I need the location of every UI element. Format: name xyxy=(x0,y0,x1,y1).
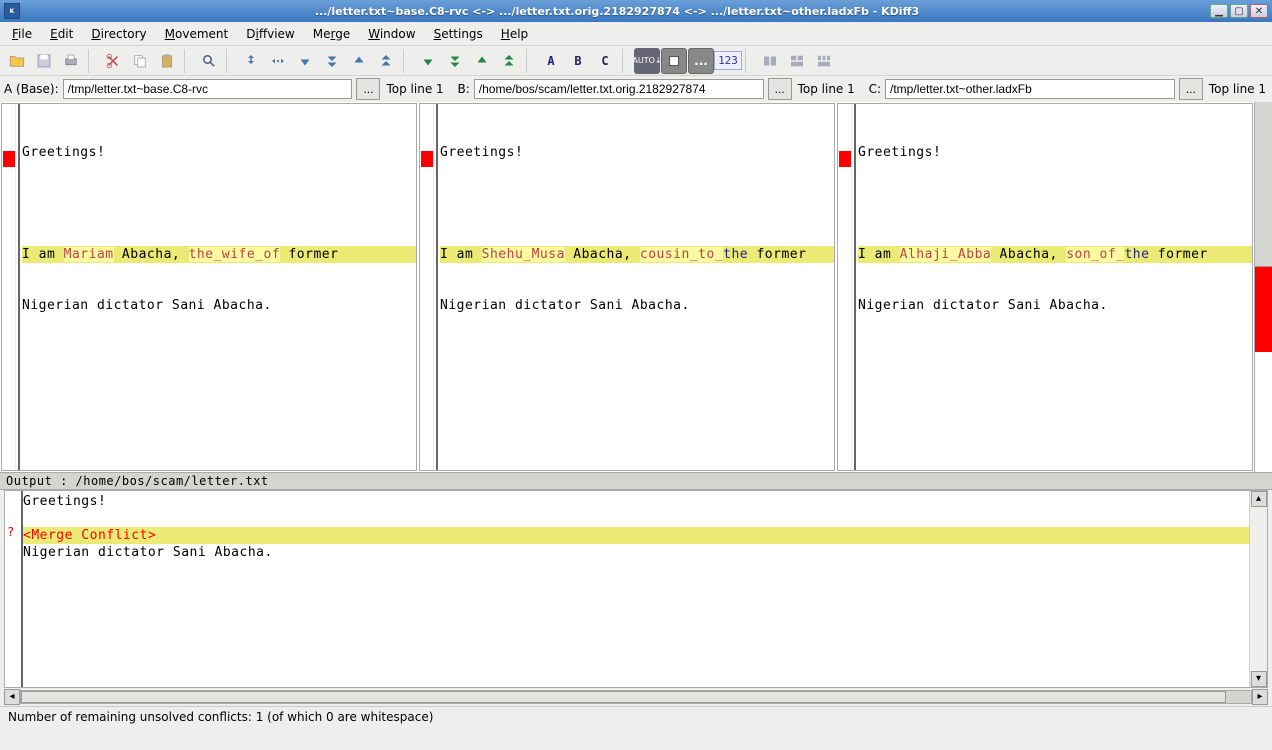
save-button[interactable] xyxy=(31,48,57,74)
conflict-mark-icon xyxy=(839,151,851,167)
menu-movement[interactable]: Movement xyxy=(157,25,237,43)
menu-directory[interactable]: Directory xyxy=(83,25,154,43)
overview-viewport xyxy=(1255,102,1272,267)
app-icon: K xyxy=(4,3,20,19)
pane-c[interactable]: Greetings! I am Alhaji_Abba Abacha, son_… xyxy=(837,103,1253,471)
pane-a[interactable]: Greetings! I am Mariam Abacha, the_wife_… xyxy=(1,103,417,471)
search-button[interactable] xyxy=(196,48,222,74)
up-double-button[interactable] xyxy=(373,48,399,74)
label-a-base: A (Base): xyxy=(4,82,59,96)
copy-button[interactable] xyxy=(127,48,153,74)
gutter-a xyxy=(2,104,16,470)
browse-a-button[interactable]: ... xyxy=(356,78,380,100)
conflict-question-icon: ? xyxy=(5,525,19,542)
diff-panes: Greetings! I am Mariam Abacha, the_wife_… xyxy=(0,102,1272,472)
overview-conflict-mark xyxy=(1255,267,1272,352)
path-a-input[interactable] xyxy=(63,79,353,99)
cut-button[interactable] xyxy=(100,48,126,74)
select-b-button[interactable]: B xyxy=(565,48,591,74)
path-c-input[interactable] xyxy=(885,79,1175,99)
print-button[interactable] xyxy=(58,48,84,74)
line-numbers-button[interactable]: 123 xyxy=(715,48,741,74)
scroll-left-icon[interactable]: ◂ xyxy=(4,689,20,705)
browse-b-button[interactable]: ... xyxy=(768,78,792,100)
menu-window[interactable]: Window xyxy=(360,25,423,43)
menu-help[interactable]: Help xyxy=(493,25,536,43)
overview-ruler[interactable] xyxy=(1254,102,1272,472)
scroll-thumb[interactable] xyxy=(21,691,1226,703)
output-pane[interactable]: ? Greetings! <Merge Conflict> Nigerian d… xyxy=(4,490,1268,688)
down-arrow-button[interactable] xyxy=(292,48,318,74)
topline-c: Top line 1 xyxy=(1207,82,1268,96)
nav-diff-button[interactable] xyxy=(238,48,264,74)
topline-a: Top line 1 xyxy=(384,82,445,96)
scroll-down-icon[interactable]: ▾ xyxy=(1251,671,1267,687)
conflict-mark-icon xyxy=(3,151,15,167)
topline-b: Top line 1 xyxy=(796,82,857,96)
hscroll[interactable]: ◂ ▸ xyxy=(4,688,1268,706)
layout3-button[interactable] xyxy=(811,48,837,74)
up-arrow-button[interactable] xyxy=(346,48,372,74)
status-bar: Number of remaining unsolved conflicts: … xyxy=(0,706,1272,728)
path-b-input[interactable] xyxy=(474,79,764,99)
text-b[interactable]: Greetings! I am Shehu_Musa Abacha, cousi… xyxy=(438,104,834,470)
maximize-button[interactable]: ▢ xyxy=(1230,4,1248,18)
menu-file[interactable]: File xyxy=(4,25,40,43)
output-vscroll[interactable]: ▴ ▾ xyxy=(1249,491,1267,687)
scroll-right-icon[interactable]: ▸ xyxy=(1252,689,1268,705)
menu-diffview[interactable]: Diffview xyxy=(238,25,303,43)
nav-dots-button[interactable] xyxy=(265,48,291,74)
menubar: File Edit Directory Movement Diffview Me… xyxy=(0,22,1272,46)
menu-edit[interactable]: Edit xyxy=(42,25,81,43)
output-gutter: ? xyxy=(5,491,19,687)
down-double-button[interactable] xyxy=(319,48,345,74)
output-header: Output : /home/bos/scam/letter.txt xyxy=(0,472,1272,490)
path-bar: A (Base): ... Top line 1 B: ... Top line… xyxy=(0,76,1272,102)
output-text[interactable]: Greetings! <Merge Conflict> Nigerian dic… xyxy=(23,491,1249,687)
up-double-diff-button[interactable] xyxy=(496,48,522,74)
open-button[interactable] xyxy=(4,48,30,74)
scroll-up-icon[interactable]: ▴ xyxy=(1251,491,1267,507)
show-dots-button[interactable]: ... xyxy=(688,48,714,74)
layout2-button[interactable] xyxy=(784,48,810,74)
auto-button[interactable]: AUTO↓ xyxy=(634,48,660,74)
text-c[interactable]: Greetings! I am Alhaji_Abba Abacha, son_… xyxy=(856,104,1252,470)
close-button[interactable]: ✕ xyxy=(1250,4,1268,18)
menu-merge[interactable]: Merge xyxy=(305,25,358,43)
pane-b[interactable]: Greetings! I am Shehu_Musa Abacha, cousi… xyxy=(419,103,835,471)
show-white-button[interactable] xyxy=(661,48,687,74)
toolbar: A B C AUTO↓ ... 123 xyxy=(0,46,1272,76)
gutter-c xyxy=(838,104,852,470)
paste-button[interactable] xyxy=(154,48,180,74)
gutter-b xyxy=(420,104,434,470)
down-diff-button[interactable] xyxy=(415,48,441,74)
menu-settings[interactable]: Settings xyxy=(426,25,491,43)
minimize-button[interactable]: ▁ xyxy=(1210,4,1228,18)
titlebar: K .../letter.txt~base.C8-rvc <-> .../let… xyxy=(0,0,1272,22)
window-title: .../letter.txt~base.C8-rvc <-> .../lette… xyxy=(24,5,1210,18)
label-c: C: xyxy=(869,82,881,96)
select-a-button[interactable]: A xyxy=(538,48,564,74)
layout1-button[interactable] xyxy=(757,48,783,74)
conflict-mark-icon xyxy=(421,151,433,167)
up-diff-button[interactable] xyxy=(469,48,495,74)
text-a[interactable]: Greetings! I am Mariam Abacha, the_wife_… xyxy=(20,104,416,470)
down-double-diff-button[interactable] xyxy=(442,48,468,74)
select-c-button[interactable]: C xyxy=(592,48,618,74)
status-text: Number of remaining unsolved conflicts: … xyxy=(8,710,433,724)
browse-c-button[interactable]: ... xyxy=(1179,78,1203,100)
label-b: B: xyxy=(457,82,469,96)
